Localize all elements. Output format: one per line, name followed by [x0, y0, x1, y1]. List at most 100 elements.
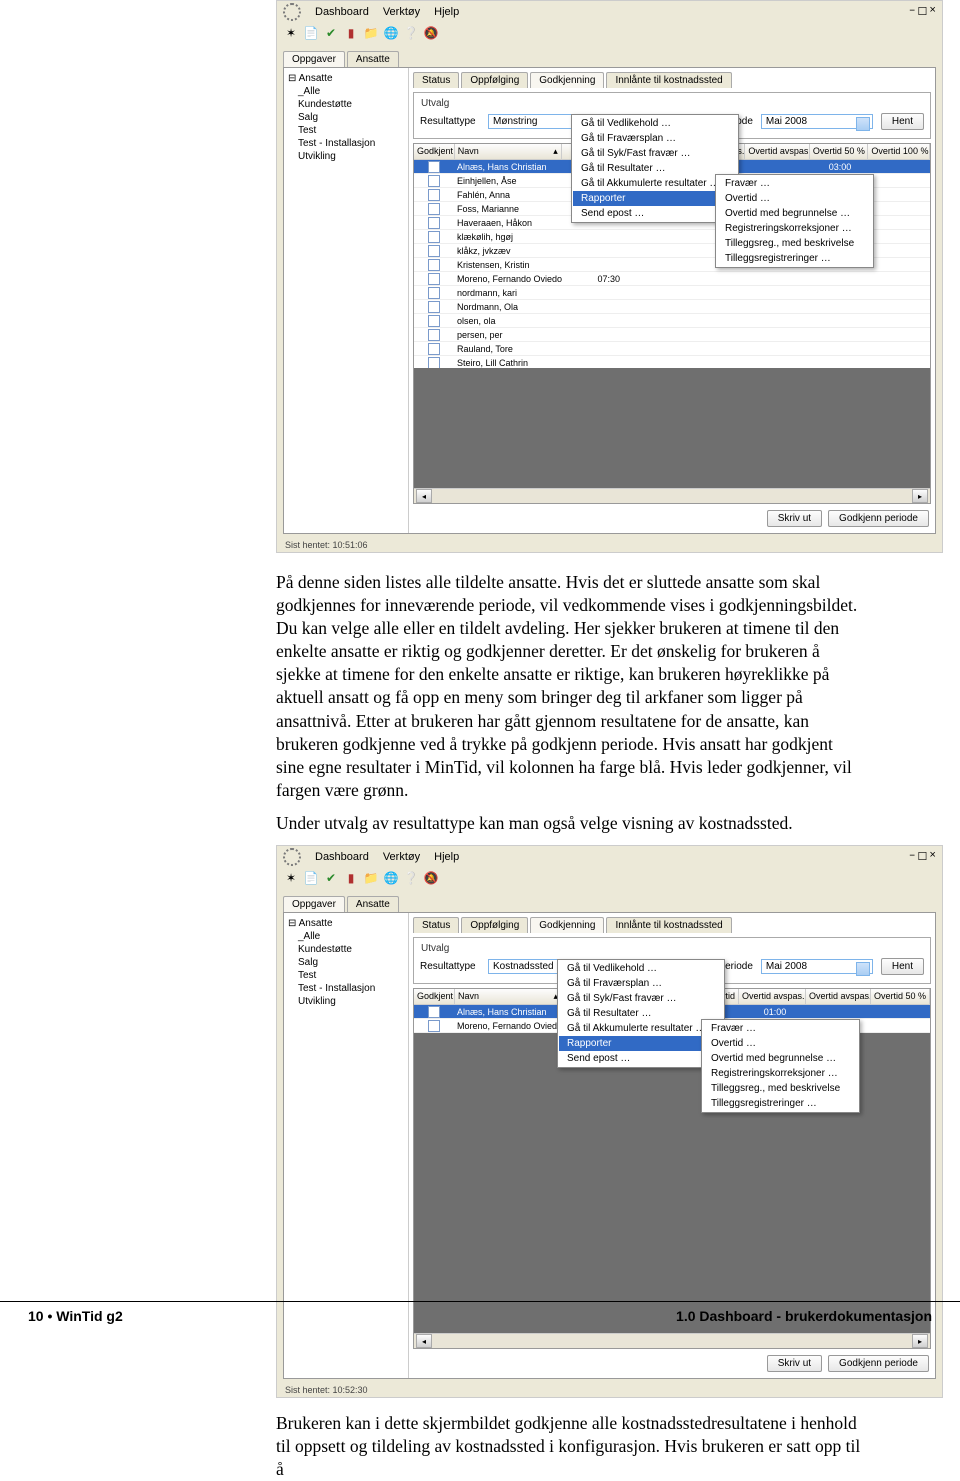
checkbox-icon[interactable]: [428, 273, 440, 285]
tab-ansatte[interactable]: Ansatte: [347, 51, 399, 67]
skrivut-button[interactable]: Skriv ut: [767, 1355, 822, 1372]
tree-item-alle[interactable]: _Alle: [288, 85, 404, 98]
menu-tools[interactable]: Verktøy: [383, 851, 420, 863]
scroll-right-icon[interactable]: ▸: [912, 1334, 928, 1348]
skrivut-button[interactable]: Skriv ut: [767, 510, 822, 527]
checkbox-icon[interactable]: [428, 259, 440, 271]
menu-help[interactable]: Hjelp: [434, 851, 459, 863]
tree-item-kundestotte[interactable]: Kundestøtte: [288, 943, 404, 956]
context-menu-item[interactable]: Gå til Vedlikehold …: [573, 116, 737, 131]
tree-item-salg[interactable]: Salg: [288, 111, 404, 124]
h-scrollbar[interactable]: ◂ ▸: [414, 488, 930, 503]
context-menu-item[interactable]: Overtid med begrunnelse …: [717, 206, 872, 221]
subtab-godkjenning[interactable]: Godkjenning: [530, 72, 604, 88]
checkbox-icon[interactable]: [428, 315, 440, 327]
menu-dashboard[interactable]: Dashboard: [315, 6, 369, 18]
godkjenn-button[interactable]: Godkjenn periode: [828, 510, 929, 527]
context-menu-item[interactable]: Tilleggsregistreringer …: [717, 251, 872, 266]
col-navn[interactable]: Navn ▴: [455, 989, 562, 1004]
note-icon[interactable]: 📄: [303, 870, 319, 886]
help-icon[interactable]: ❔: [403, 25, 419, 41]
note-icon[interactable]: 📄: [303, 25, 319, 41]
context-menu-item[interactable]: Gå til Syk/Fast fravær …: [573, 146, 737, 161]
checkbox-icon[interactable]: [428, 329, 440, 341]
col-overtid50[interactable]: Overtid 50 %: [871, 989, 930, 1004]
tree-item-utvikling[interactable]: Utvikling: [288, 995, 404, 1008]
subtab-status[interactable]: Status: [413, 917, 459, 933]
col-avspas[interactable]: Overtid avspas.: [739, 989, 806, 1004]
col-navn[interactable]: Navn ▴: [455, 144, 562, 159]
table-row[interactable]: Nordmann, Ola: [414, 300, 930, 314]
hent-button[interactable]: Hent: [881, 113, 924, 130]
context-menu-item[interactable]: Tilleggsreg., med beskrivelse: [717, 236, 872, 251]
context-submenu[interactable]: Fravær …Overtid …Overtid med begrunnelse…: [715, 174, 874, 268]
context-menu-item[interactable]: Gå til Vedlikehold …: [559, 961, 723, 976]
context-menu-item[interactable]: Tilleggsreg., med beskrivelse: [703, 1081, 858, 1096]
table-row[interactable]: Moreno, Fernando Oviedo07:30: [414, 272, 930, 286]
tree-item-test[interactable]: Test: [288, 124, 404, 137]
folder-run-icon[interactable]: 📁: [363, 870, 379, 886]
subtab-status[interactable]: Status: [413, 72, 459, 88]
tree-item-test[interactable]: Test: [288, 969, 404, 982]
subtab-innlante[interactable]: Innlånte til kostnadssted: [606, 72, 731, 88]
context-menu-item[interactable]: Gå til Resultater …: [573, 161, 737, 176]
table-row[interactable]: nordmann, kari: [414, 286, 930, 300]
tab-ansatte[interactable]: Ansatte: [347, 896, 399, 912]
check-icon[interactable]: ✔: [323, 25, 339, 41]
godkjenn-button[interactable]: Godkjenn periode: [828, 1355, 929, 1372]
bell-stop-icon[interactable]: 🔕: [423, 870, 439, 886]
col-avspas[interactable]: Overtid avspas.: [745, 144, 810, 159]
checkbox-icon[interactable]: [428, 217, 440, 229]
checkbox-icon[interactable]: [428, 357, 440, 369]
tree-root[interactable]: ⊟ Ansatte: [288, 917, 404, 930]
scroll-left-icon[interactable]: ◂: [416, 489, 432, 503]
checkbox-icon[interactable]: [428, 245, 440, 257]
context-menu-item[interactable]: Fravær …: [717, 176, 872, 191]
help-icon[interactable]: ❔: [403, 870, 419, 886]
context-menu-item[interactable]: Gå til Syk/Fast fravær …: [559, 991, 723, 1006]
context-menu-item[interactable]: Gå til Fraværsplan …: [559, 976, 723, 991]
table-row[interactable]: Rauland, Tore: [414, 342, 930, 356]
checkbox-icon[interactable]: [428, 1006, 440, 1018]
context-menu-item[interactable]: Overtid …: [717, 191, 872, 206]
checkbox-icon[interactable]: [428, 343, 440, 355]
checkbox-icon[interactable]: [428, 231, 440, 243]
checkbox-icon[interactable]: [428, 301, 440, 313]
table-row[interactable]: Steiro, Lill Cathrin: [414, 356, 930, 368]
h-scrollbar-2[interactable]: ◂ ▸: [414, 1333, 930, 1348]
checkbox-icon[interactable]: [428, 287, 440, 299]
subtab-oppfolging[interactable]: Oppfølging: [461, 917, 528, 933]
context-menu-item[interactable]: Overtid …: [703, 1036, 858, 1051]
globe-icon[interactable]: 🌐: [383, 25, 399, 41]
minimize-icon[interactable]: –: [909, 5, 916, 19]
periode-select[interactable]: Mai 2008: [761, 959, 873, 974]
context-menu-item[interactable]: Gå til Fraværsplan …: [573, 131, 737, 146]
periode-select[interactable]: Mai 2008: [761, 114, 873, 129]
tree-item-installasjon[interactable]: Test - Installasjon: [288, 982, 404, 995]
col-overtid50[interactable]: Overtid 50 %: [810, 144, 869, 159]
scroll-left-icon[interactable]: ◂: [416, 1334, 432, 1348]
tree-root[interactable]: ⊟ Ansatte: [288, 72, 404, 85]
menu-tools[interactable]: Verktøy: [383, 6, 420, 18]
menu-help[interactable]: Hjelp: [434, 6, 459, 18]
bell-stop-icon[interactable]: 🔕: [423, 25, 439, 41]
minimize-icon[interactable]: –: [909, 850, 916, 864]
col-godkjent[interactable]: Godkjent: [414, 144, 455, 159]
context-menu-item[interactable]: Gå til Akkumulerte resultater …: [573, 176, 737, 191]
subtab-godkjenning[interactable]: Godkjenning: [530, 917, 604, 933]
table-row[interactable]: persen, per: [414, 328, 930, 342]
context-menu-item[interactable]: Gå til Akkumulerte resultater …: [559, 1021, 723, 1036]
context-menu-item[interactable]: Registreringskorreksjoner …: [717, 221, 872, 236]
tree-item-kundestotte[interactable]: Kundestøtte: [288, 98, 404, 111]
tree-item-installasjon[interactable]: Test - Installasjon: [288, 137, 404, 150]
context-menu-item[interactable]: Send epost …: [573, 206, 737, 221]
star-pin-icon[interactable]: ✶: [283, 25, 299, 41]
context-menu-item[interactable]: Rapporter▸: [573, 191, 737, 206]
tree-item-salg[interactable]: Salg: [288, 956, 404, 969]
context-menu-item[interactable]: Registreringskorreksjoner …: [703, 1066, 858, 1081]
tree-item-utvikling[interactable]: Utvikling: [288, 150, 404, 163]
hent-button[interactable]: Hent: [881, 958, 924, 975]
tab-oppgaver[interactable]: Oppgaver: [283, 51, 345, 67]
checkbox-icon[interactable]: [428, 161, 440, 173]
col-avspas2[interactable]: Overtid avspas.: [806, 989, 871, 1004]
